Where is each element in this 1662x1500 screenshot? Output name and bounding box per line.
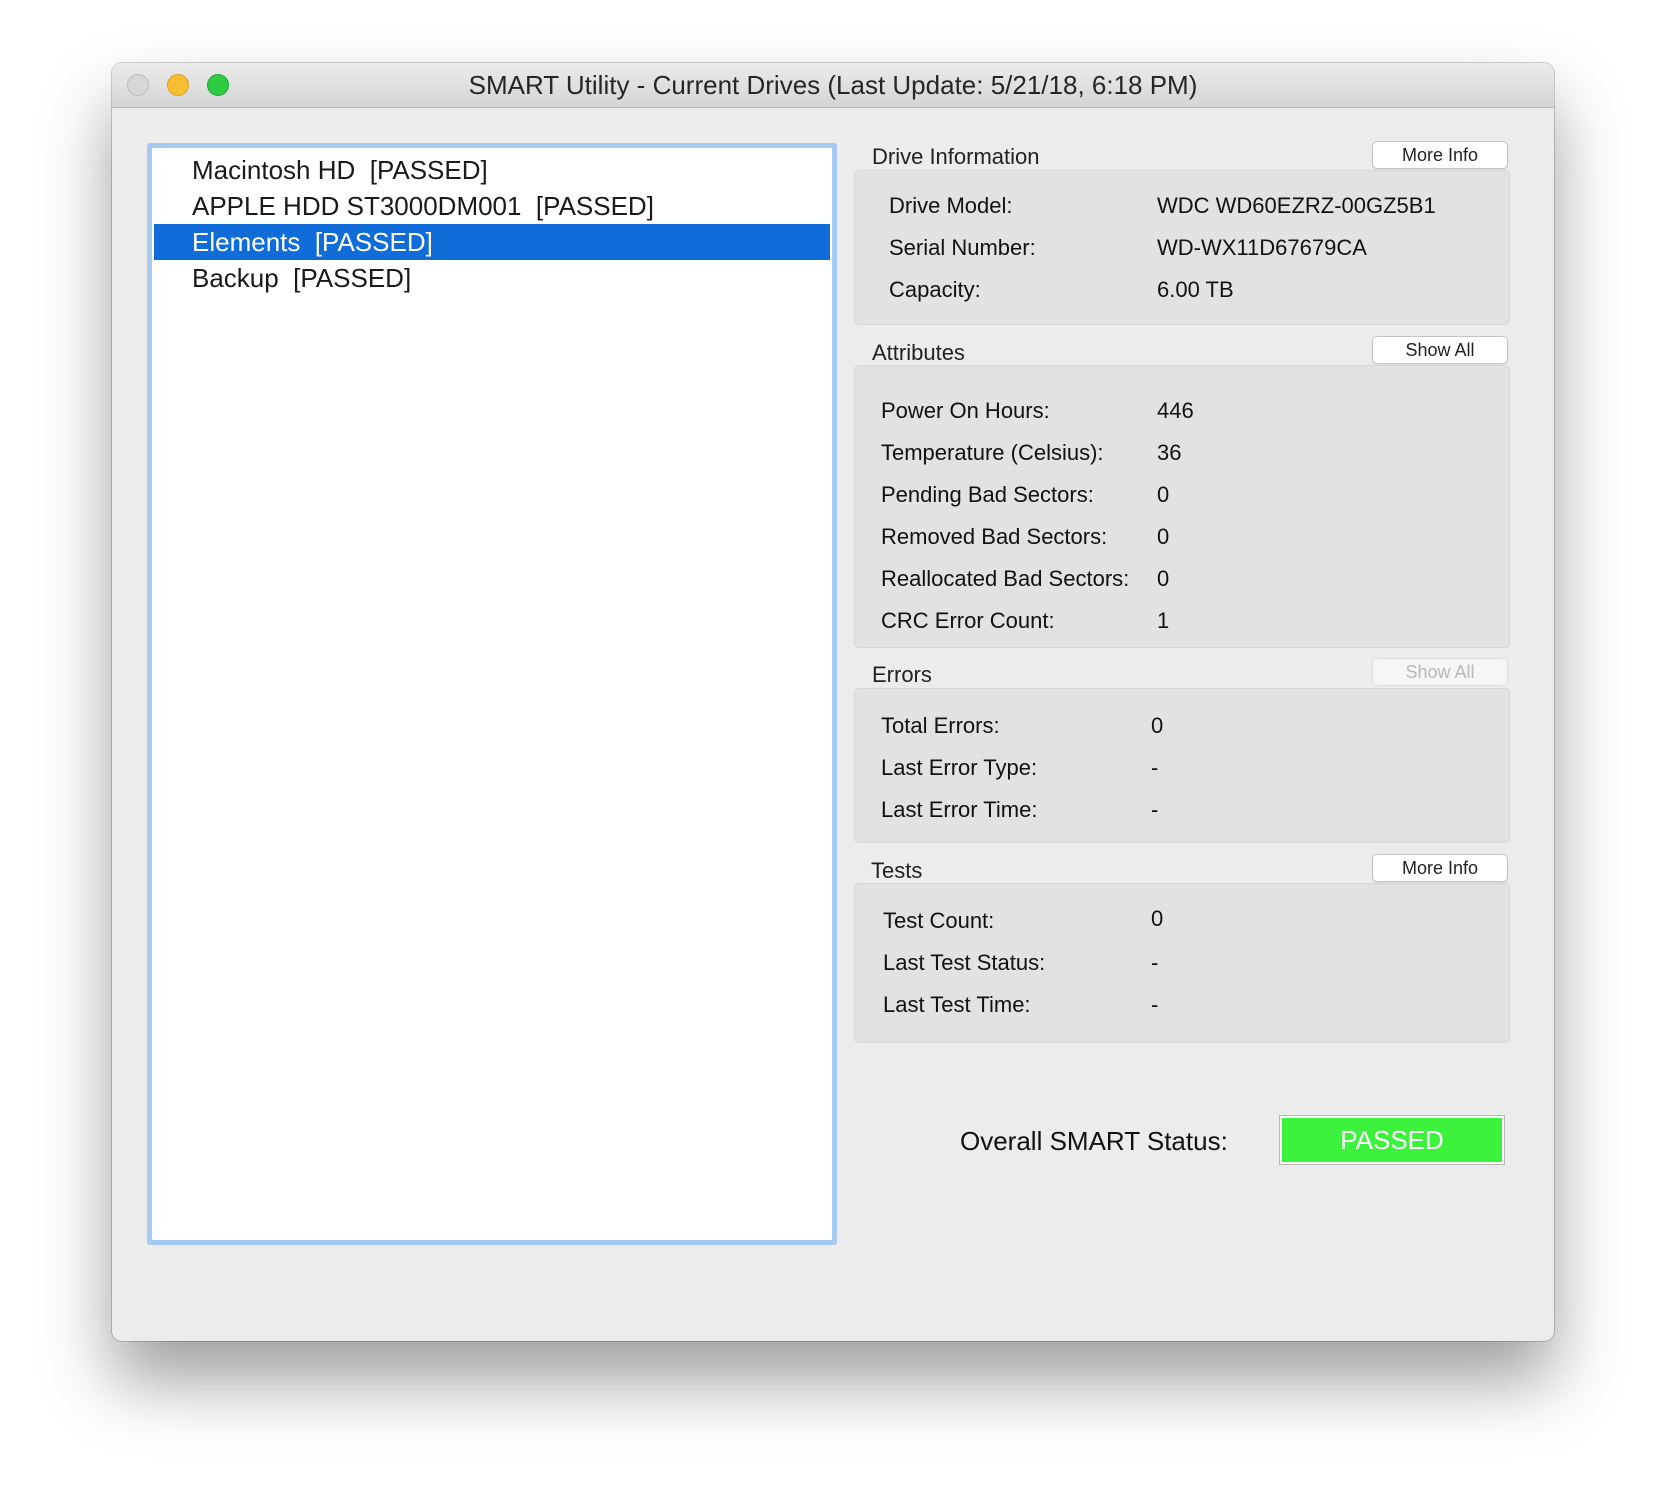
removed-bad-sectors-label: Removed Bad Sectors: [881,524,1108,549]
tests-more-info-button[interactable]: More Info [1372,854,1508,882]
overall-smart-status-label: Overall SMART Status: [960,1126,1228,1156]
power-on-hours-label: Power On Hours: [881,398,1050,423]
reallocated-bad-sectors-label: Reallocated Bad Sectors: [881,566,1130,591]
drive-item-macintosh-hd[interactable]: Macintosh HD [PASSED] [154,152,830,188]
last-test-status-label: Last Test Status: [883,950,1046,975]
drive-info-more-info-button[interactable]: More Info [1372,141,1508,169]
power-on-hours-value: 446 [1157,398,1194,423]
errors-heading: Errors [872,662,932,687]
total-errors-label: Total Errors: [881,713,1000,738]
tests-panel: Test Count: 0 Last Test Status: - Last T… [854,883,1510,1043]
last-test-time-label: Last Test Time: [883,992,1031,1017]
drive-model-label: Drive Model: [889,193,1013,218]
errors-panel: Total Errors: 0 Last Error Type: - Last … [854,688,1510,843]
smart-utility-window: SMART Utility - Current Drives (Last Upd… [112,63,1554,1341]
attributes-show-all-button[interactable]: Show All [1372,336,1508,364]
serial-number-value: WD-WX11D67679CA [1157,235,1367,260]
crc-error-count-label: CRC Error Count: [881,608,1055,633]
temperature-label: Temperature (Celsius): [881,440,1104,465]
overall-smart-status-badge: PASSED [1279,1115,1505,1165]
capacity-label: Capacity: [889,277,981,302]
test-count-label: Test Count: [883,908,995,933]
last-test-status-value: - [1151,950,1159,975]
pending-bad-sectors-label: Pending Bad Sectors: [881,482,1094,507]
tests-heading: Tests [871,858,923,883]
title-bar[interactable]: SMART Utility - Current Drives (Last Upd… [112,63,1554,108]
crc-error-count-value: 1 [1157,608,1170,633]
attributes-heading: Attributes [872,340,965,365]
test-count-value: 0 [1151,906,1164,931]
reallocated-bad-sectors-value: 0 [1157,566,1170,591]
drive-information-heading: Drive Information [872,144,1040,169]
last-error-time-value: - [1151,797,1159,822]
drive-item-backup[interactable]: Backup [PASSED] [154,260,830,296]
last-test-time-value: - [1151,992,1159,1017]
errors-show-all-button[interactable]: Show All [1372,658,1508,686]
window-title: SMART Utility - Current Drives (Last Upd… [468,70,1198,100]
last-error-type-label: Last Error Type: [881,755,1038,780]
drive-information-panel: Drive Model: WDC WD60EZRZ-00GZ5B1 Serial… [854,170,1510,325]
total-errors-value: 0 [1151,713,1164,738]
drive-item-elements[interactable]: Elements [PASSED] [154,224,830,260]
capacity-value: 6.00 TB [1157,277,1234,302]
last-error-time-label: Last Error Time: [881,797,1038,822]
attributes-panel: Power On Hours: 446 Temperature (Celsius… [854,365,1510,648]
drive-model-value: WDC WD60EZRZ-00GZ5B1 [1157,193,1436,218]
last-error-type-value: - [1151,755,1159,780]
drive-list[interactable]: Macintosh HD [PASSED] APPLE HDD ST3000DM… [147,143,837,1245]
temperature-value: 36 [1157,440,1182,465]
drive-item-apple-hdd[interactable]: APPLE HDD ST3000DM001 [PASSED] [154,188,830,224]
serial-number-label: Serial Number: [889,235,1036,260]
removed-bad-sectors-value: 0 [1157,524,1170,549]
pending-bad-sectors-value: 0 [1157,482,1170,507]
